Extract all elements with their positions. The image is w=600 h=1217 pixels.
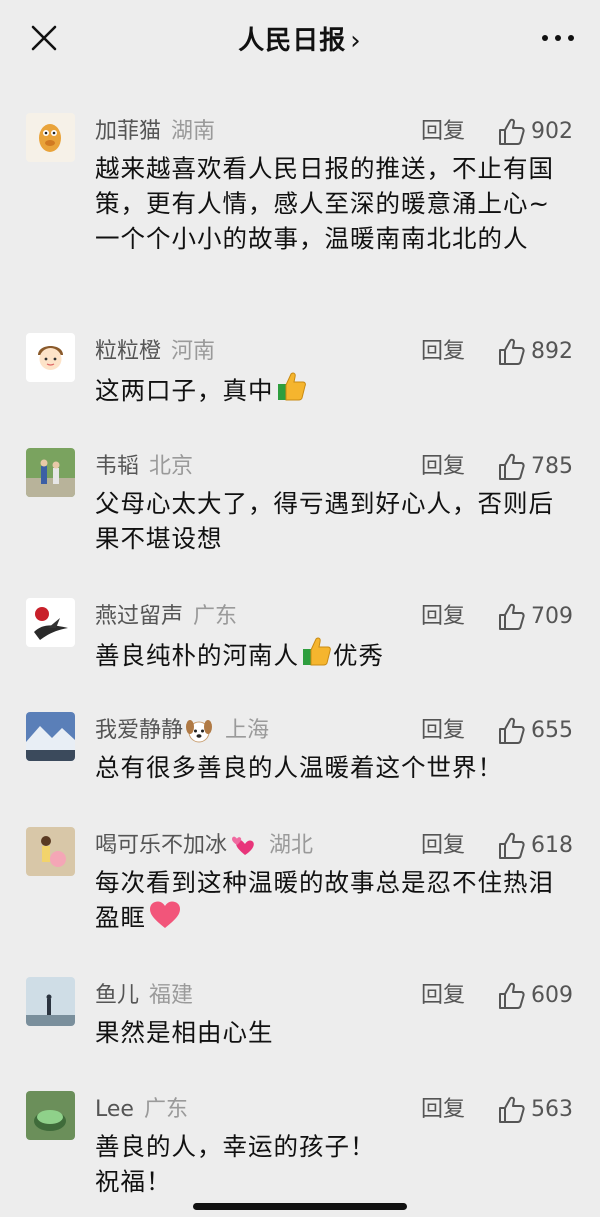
comment-meta: 加菲猫 湖南 [95,117,215,147]
thumbs-up-icon [499,118,525,145]
location: 湖南 [171,119,216,144]
like-button[interactable]: 655 [497,712,573,750]
avatar[interactable] [26,1091,75,1140]
reply-button[interactable]: 回复 [421,716,465,746]
more-icon[interactable] [540,30,576,46]
location: 湖北 [269,833,314,858]
like-count: 785 [531,454,573,479]
like-count: 892 [531,339,573,364]
avatar[interactable] [26,827,75,876]
comment-text-part: 优秀 [333,641,384,670]
like-count: 618 [531,833,573,858]
avatar[interactable] [26,712,75,761]
comment-body: 善良的人，幸运的孩子！ 祝福！ [95,1129,575,1199]
like-button[interactable]: 618 [497,827,573,865]
reply-button[interactable]: 回复 [421,337,465,367]
comment-text: 这两口子，真中 [95,376,274,405]
reply-button[interactable]: 回复 [421,602,465,632]
comment-text: 总有很多善良的人温暖着这个世界！ [95,753,503,782]
comment-meta: 喝可乐不加冰 湖北 [95,831,313,861]
reply-button[interactable]: 回复 [421,831,465,861]
reply-button[interactable]: 回复 [421,1095,465,1125]
comment-text: 果然是相由心生 [95,1018,274,1047]
home-indicator[interactable] [193,1203,407,1210]
thumbs-up-icon [499,717,525,744]
like-button[interactable]: 609 [497,977,573,1015]
reply-button[interactable]: 回复 [421,117,465,147]
nickname[interactable]: 加菲猫 [95,119,161,144]
comment-meta: 韦韬 北京 [95,452,193,482]
comment-meta: 鱼儿 福建 [95,981,193,1011]
nickname[interactable]: 韦韬 [95,454,139,479]
thumbs-up-emoji-icon [277,372,306,401]
thumbs-up-icon [499,832,525,859]
like-button[interactable]: 785 [497,448,573,486]
comment-meta: 我爱静静 上海 [95,716,269,746]
nickname[interactable]: 我爱静静 [95,718,183,743]
location: 福建 [149,983,194,1008]
like-button[interactable]: 902 [497,113,573,151]
like-count: 609 [531,983,573,1008]
thumbs-up-icon [499,603,525,630]
avatar[interactable] [26,113,75,162]
reply-button[interactable]: 回复 [421,452,465,482]
comment-meta: Lee 广东 [95,1095,188,1125]
comment-meta: 燕过留声 广东 [95,602,237,632]
location: 广东 [143,1097,188,1122]
thumbs-up-icon [499,982,525,1009]
like-count: 902 [531,119,573,144]
page-title[interactable]: 人民日报 › [0,20,600,57]
avatar[interactable] [26,448,75,497]
thumbs-up-icon [499,1096,525,1123]
comment-text: 父母心太大了，得亏遇到好心人，否则后果不堪设想 [95,489,554,553]
comment-text-line: 祝福！ [95,1167,172,1196]
like-count: 709 [531,604,573,629]
thumbs-up-icon [499,453,525,480]
location: 广东 [193,604,238,629]
location: 河南 [171,339,216,364]
avatar[interactable] [26,977,75,1026]
nickname[interactable]: Lee [95,1097,134,1122]
reply-button[interactable]: 回复 [421,981,465,1011]
account-name: 人民日报 [238,26,347,56]
thumbs-up-icon [499,338,525,365]
nickname[interactable]: 喝可乐不加冰 [95,833,227,858]
nickname[interactable]: 燕过留声 [95,604,183,629]
like-count: 563 [531,1097,573,1122]
location: 上海 [225,718,270,743]
heart-emoji-icon [150,901,180,928]
comment-meta: 粒粒橙 河南 [95,337,215,367]
location: 北京 [149,454,194,479]
avatar[interactable] [26,598,75,647]
comment-body: 每次看到这种温暖的故事总是忍不住热泪盈眶 [95,865,575,935]
thumbs-up-emoji-icon [303,637,331,666]
top-nav-bar: 人民日报 › [0,0,600,74]
nickname[interactable]: 鱼儿 [95,983,139,1008]
comment-text: 越来越喜欢看人民日报的推送，不止有国策，更有人情，感人至深的暖意涌上心~ 一个个… [95,154,554,253]
dog-face-emoji-icon [186,720,213,743]
comment-text-part: 善良纯朴的河南人 [95,641,299,670]
comment-body: 善良纯朴的河南人 优秀 [95,636,575,673]
two-hearts-emoji-icon [232,836,254,855]
like-button[interactable]: 563 [497,1091,573,1129]
like-button[interactable]: 892 [497,333,573,371]
like-button[interactable]: 709 [497,598,573,636]
nickname[interactable]: 粒粒橙 [95,339,161,364]
like-count: 655 [531,718,573,743]
chevron-right-icon: › [350,26,362,56]
comment-body: 这两口子，真中 [95,371,575,408]
comment-text-line: 善良的人，幸运的孩子！ [95,1132,376,1161]
avatar[interactable] [26,333,75,382]
